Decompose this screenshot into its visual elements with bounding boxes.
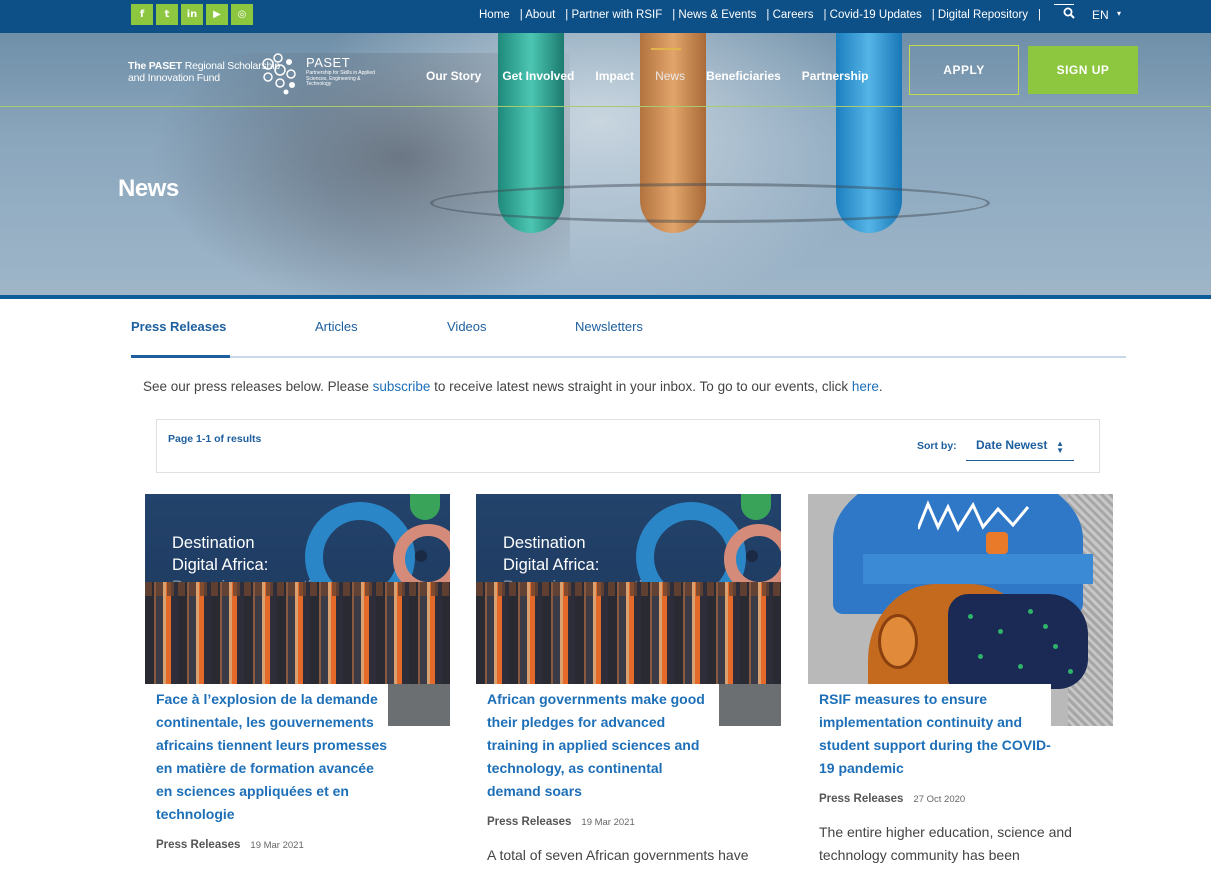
paset-logo-subtitle: Partnership for Skills in Applied Scienc… [306,70,375,87]
top-nav: Home | About | Partner with RSIF | News … [479,9,1051,21]
active-tab-underline [131,355,230,358]
top-nav-careers[interactable]: | Careers [766,9,813,21]
nav-our-story[interactable]: Our Story [426,69,481,83]
tab-press-releases[interactable]: Press Releases [131,319,226,334]
results-bar: Page 1-1 of results Sort by: Date Newest… [156,419,1100,473]
main-nav: Our Story Get Involved Impact News Benef… [426,69,889,83]
language-selector[interactable]: EN [1092,8,1109,22]
apply-button[interactable]: APPLY [909,45,1019,95]
card-date: 19 Mar 2021 [250,840,304,851]
twitter-icon[interactable]: t [156,4,178,25]
subscribe-link[interactable]: subscribe [373,379,431,394]
card-title[interactable]: Face à l’explosion de la demande contine… [156,688,388,826]
search-icon[interactable] [1063,7,1075,22]
card-meta: Press Releases 19 Mar 2021 [156,839,388,851]
nav-get-involved[interactable]: Get Involved [502,69,574,83]
facebook-icon[interactable]: f [131,4,153,25]
card-date: 19 Mar 2021 [581,817,635,828]
top-nav-digital-repository[interactable]: | Digital Repository [932,9,1028,21]
top-bar: f t in ▶ ◎ Home | About | Partner with R… [0,0,1211,33]
nav-impact[interactable]: Impact [595,69,634,83]
youtube-icon[interactable]: ▶ [206,4,228,25]
search-underline [1054,4,1074,5]
card-meta: Press Releases 19 Mar 2021 [487,816,719,828]
page-title: News [118,175,179,202]
card-title[interactable]: RSIF measures to ensure implementation c… [819,688,1051,780]
top-nav-partner[interactable]: | Partner with RSIF [565,9,662,21]
sort-arrows-icon: ▲ ▼ [1056,439,1064,455]
tab-articles[interactable]: Articles [315,319,358,334]
card-category: Press Releases [156,839,241,851]
card-category: Press Releases [819,793,904,805]
card-excerpt: The entire higher education, science and… [819,824,1072,863]
card-title[interactable]: African governments make good their pled… [487,688,719,803]
header-divider [0,106,1211,107]
top-nav-home[interactable]: Home [479,9,510,21]
nav-partnership[interactable]: Partnership [802,69,869,83]
page-count: Page 1-1 of results [168,433,262,445]
social-links: f t in ▶ ◎ [131,4,253,25]
sort-select[interactable]: Date Newest ▲ ▼ [966,431,1074,461]
top-nav-news-events[interactable]: | News & Events [672,9,756,21]
nav-active-indicator [651,48,681,50]
nav-news[interactable]: News [655,69,685,83]
card-excerpt: A total of seven African governments hav… [487,847,749,863]
nav-beneficiaries[interactable]: Beneficiaries [706,69,781,83]
sign-up-button[interactable]: SIGN UP [1028,46,1138,94]
intro-text: See our press releases below. Please sub… [143,379,883,394]
linkedin-icon[interactable]: in [181,4,203,25]
card-date: 27 Oct 2020 [913,794,966,805]
sort-label: Sort by: [917,440,957,452]
news-tabs: Press Releases Articles Videos Newslette… [131,299,1126,358]
tab-videos[interactable]: Videos [447,319,487,334]
paset-logo-text: PASET [306,55,351,70]
card-meta: Press Releases 27 Oct 2020 [819,793,1051,805]
card-category: Press Releases [487,816,572,828]
top-nav-about[interactable]: | About [520,9,556,21]
tab-newsletters[interactable]: Newsletters [575,319,643,334]
events-here-link[interactable]: here [852,379,879,394]
instagram-icon[interactable]: ◎ [231,4,253,25]
top-nav-separator: | [1038,9,1042,21]
top-nav-covid[interactable]: | Covid-19 Updates [823,9,921,21]
paset-logo-icon [262,53,296,95]
chevron-down-icon[interactable]: ▾ [1117,9,1121,18]
tube-rack [430,183,990,223]
